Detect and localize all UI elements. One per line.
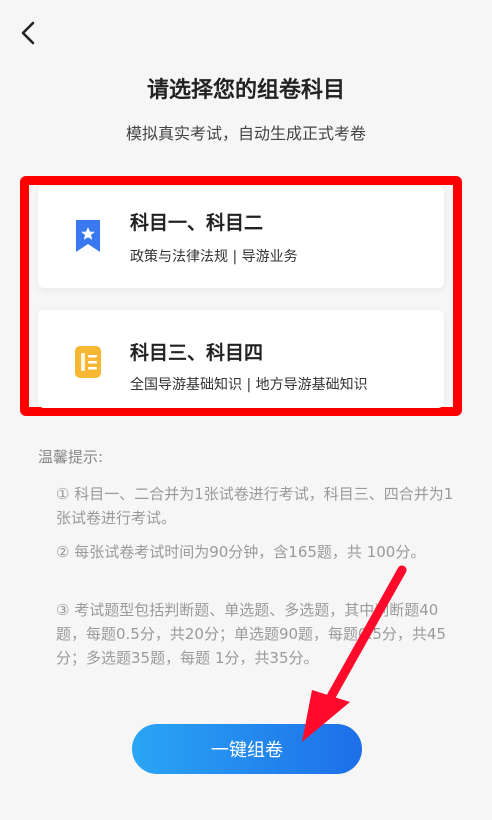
subject-card-desc: 全国导游基础知识 | 地方导游基础知识 — [130, 377, 368, 393]
tips-title: 温馨提示: — [38, 448, 104, 466]
page-title: 请选择您的组卷科目 — [146, 78, 345, 103]
page-subtitle: 模拟真实考试，自动生成正式考卷 — [125, 124, 366, 143]
subject-card-desc: 政策与法律法规 | 导游业务 — [130, 249, 298, 265]
subject-card-title: 科目一、科目二 — [130, 212, 264, 234]
tip-item: ③ 考试题型包括判断题、单选题、多选题，其中判断题40题，每题0.5分，共20分… — [56, 601, 446, 667]
back-button[interactable] — [14, 18, 44, 48]
tip-item: ① 科目一、二合并为1张试卷进行考试，科目三、四合并为1张试卷进行考试。 — [56, 485, 454, 527]
subject-card-title: 科目三、科目四 — [130, 342, 264, 364]
subject-card-3-4[interactable]: 科目三、科目四 全国导游基础知识 | 地方导游基础知识 — [38, 310, 444, 408]
generate-paper-button[interactable]: 一键组卷 — [132, 724, 362, 774]
tip-item: ② 每张试卷考试时间为90分钟，含165题，共 100分。 — [56, 543, 426, 561]
bookmark-star-icon — [76, 220, 100, 252]
subject-card-1-2[interactable]: 科目一、科目二 政策与法律法规 | 导游业务 — [38, 186, 444, 288]
chevron-left-icon — [21, 21, 35, 45]
document-icon — [75, 346, 101, 378]
